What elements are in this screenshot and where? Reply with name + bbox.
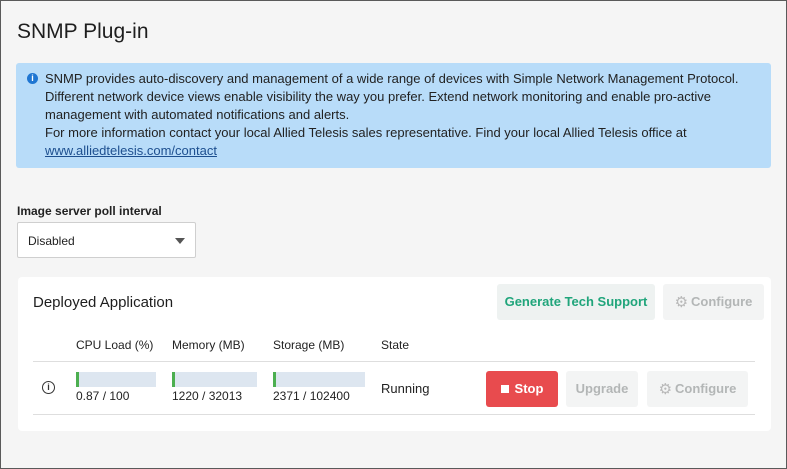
gear-icon: ⚙ bbox=[658, 381, 673, 398]
configure-label: Configure bbox=[691, 294, 753, 309]
column-header-state: State bbox=[381, 338, 410, 352]
column-header-storage: Storage (MB) bbox=[273, 338, 345, 352]
app-state: Running bbox=[381, 381, 430, 396]
storage-usage-fill bbox=[273, 372, 276, 387]
plugin-page: SNMP Plug-in i SNMP provides auto-discov… bbox=[0, 0, 787, 469]
info-line: For more information contact your local … bbox=[45, 125, 687, 140]
upgrade-label: Upgrade bbox=[575, 381, 629, 396]
storage-usage-value: 2371 / 102400 bbox=[273, 389, 350, 403]
row-configure-label: Configure bbox=[675, 381, 737, 396]
table-divider bbox=[33, 414, 755, 415]
storage-usage-bar bbox=[273, 372, 365, 387]
row-configure-button[interactable]: ⚙ Configure bbox=[647, 371, 748, 407]
memory-usage-bar bbox=[172, 372, 257, 387]
column-header-memory: Memory (MB) bbox=[172, 338, 245, 352]
column-header-cpu: CPU Load (%) bbox=[76, 338, 154, 352]
generate-tech-support-button[interactable]: Generate Tech Support bbox=[497, 284, 655, 320]
info-line: management with automated notifications … bbox=[45, 107, 350, 122]
generate-tech-support-label: Generate Tech Support bbox=[504, 294, 648, 309]
poll-interval-value: Disabled bbox=[28, 234, 75, 248]
info-banner: i SNMP provides auto-discovery and manag… bbox=[16, 63, 771, 168]
poll-interval-select[interactable]: Disabled bbox=[17, 222, 196, 258]
stop-label: Stop bbox=[514, 381, 544, 396]
memory-usage-value: 1220 / 32013 bbox=[172, 389, 243, 403]
info-line: SNMP provides auto-discovery and managem… bbox=[45, 71, 739, 86]
app-info-icon[interactable]: i bbox=[42, 381, 55, 394]
cpu-usage-bar bbox=[76, 372, 156, 387]
deployed-application-panel: Deployed Application Generate Tech Suppo… bbox=[18, 277, 771, 431]
contact-link[interactable]: www.alliedtelesis.com/contact bbox=[45, 143, 217, 158]
page-title: SNMP Plug-in bbox=[17, 20, 149, 43]
poll-interval-label: Image server poll interval bbox=[17, 204, 162, 218]
stop-icon bbox=[500, 385, 509, 393]
table-divider bbox=[33, 361, 755, 362]
configure-button[interactable]: ⚙ Configure bbox=[663, 284, 764, 320]
cpu-usage-fill bbox=[76, 372, 79, 387]
caret-down-icon bbox=[175, 238, 185, 244]
gear-icon: ⚙ bbox=[674, 294, 689, 311]
cpu-usage-value: 0.87 / 100 bbox=[76, 389, 130, 403]
stop-button[interactable]: Stop bbox=[486, 371, 558, 407]
info-icon: i bbox=[27, 73, 38, 84]
panel-title: Deployed Application bbox=[33, 294, 174, 311]
upgrade-button[interactable]: Upgrade bbox=[566, 371, 638, 407]
info-line: Different network device views enable vi… bbox=[45, 89, 711, 104]
memory-usage-fill bbox=[172, 372, 175, 387]
